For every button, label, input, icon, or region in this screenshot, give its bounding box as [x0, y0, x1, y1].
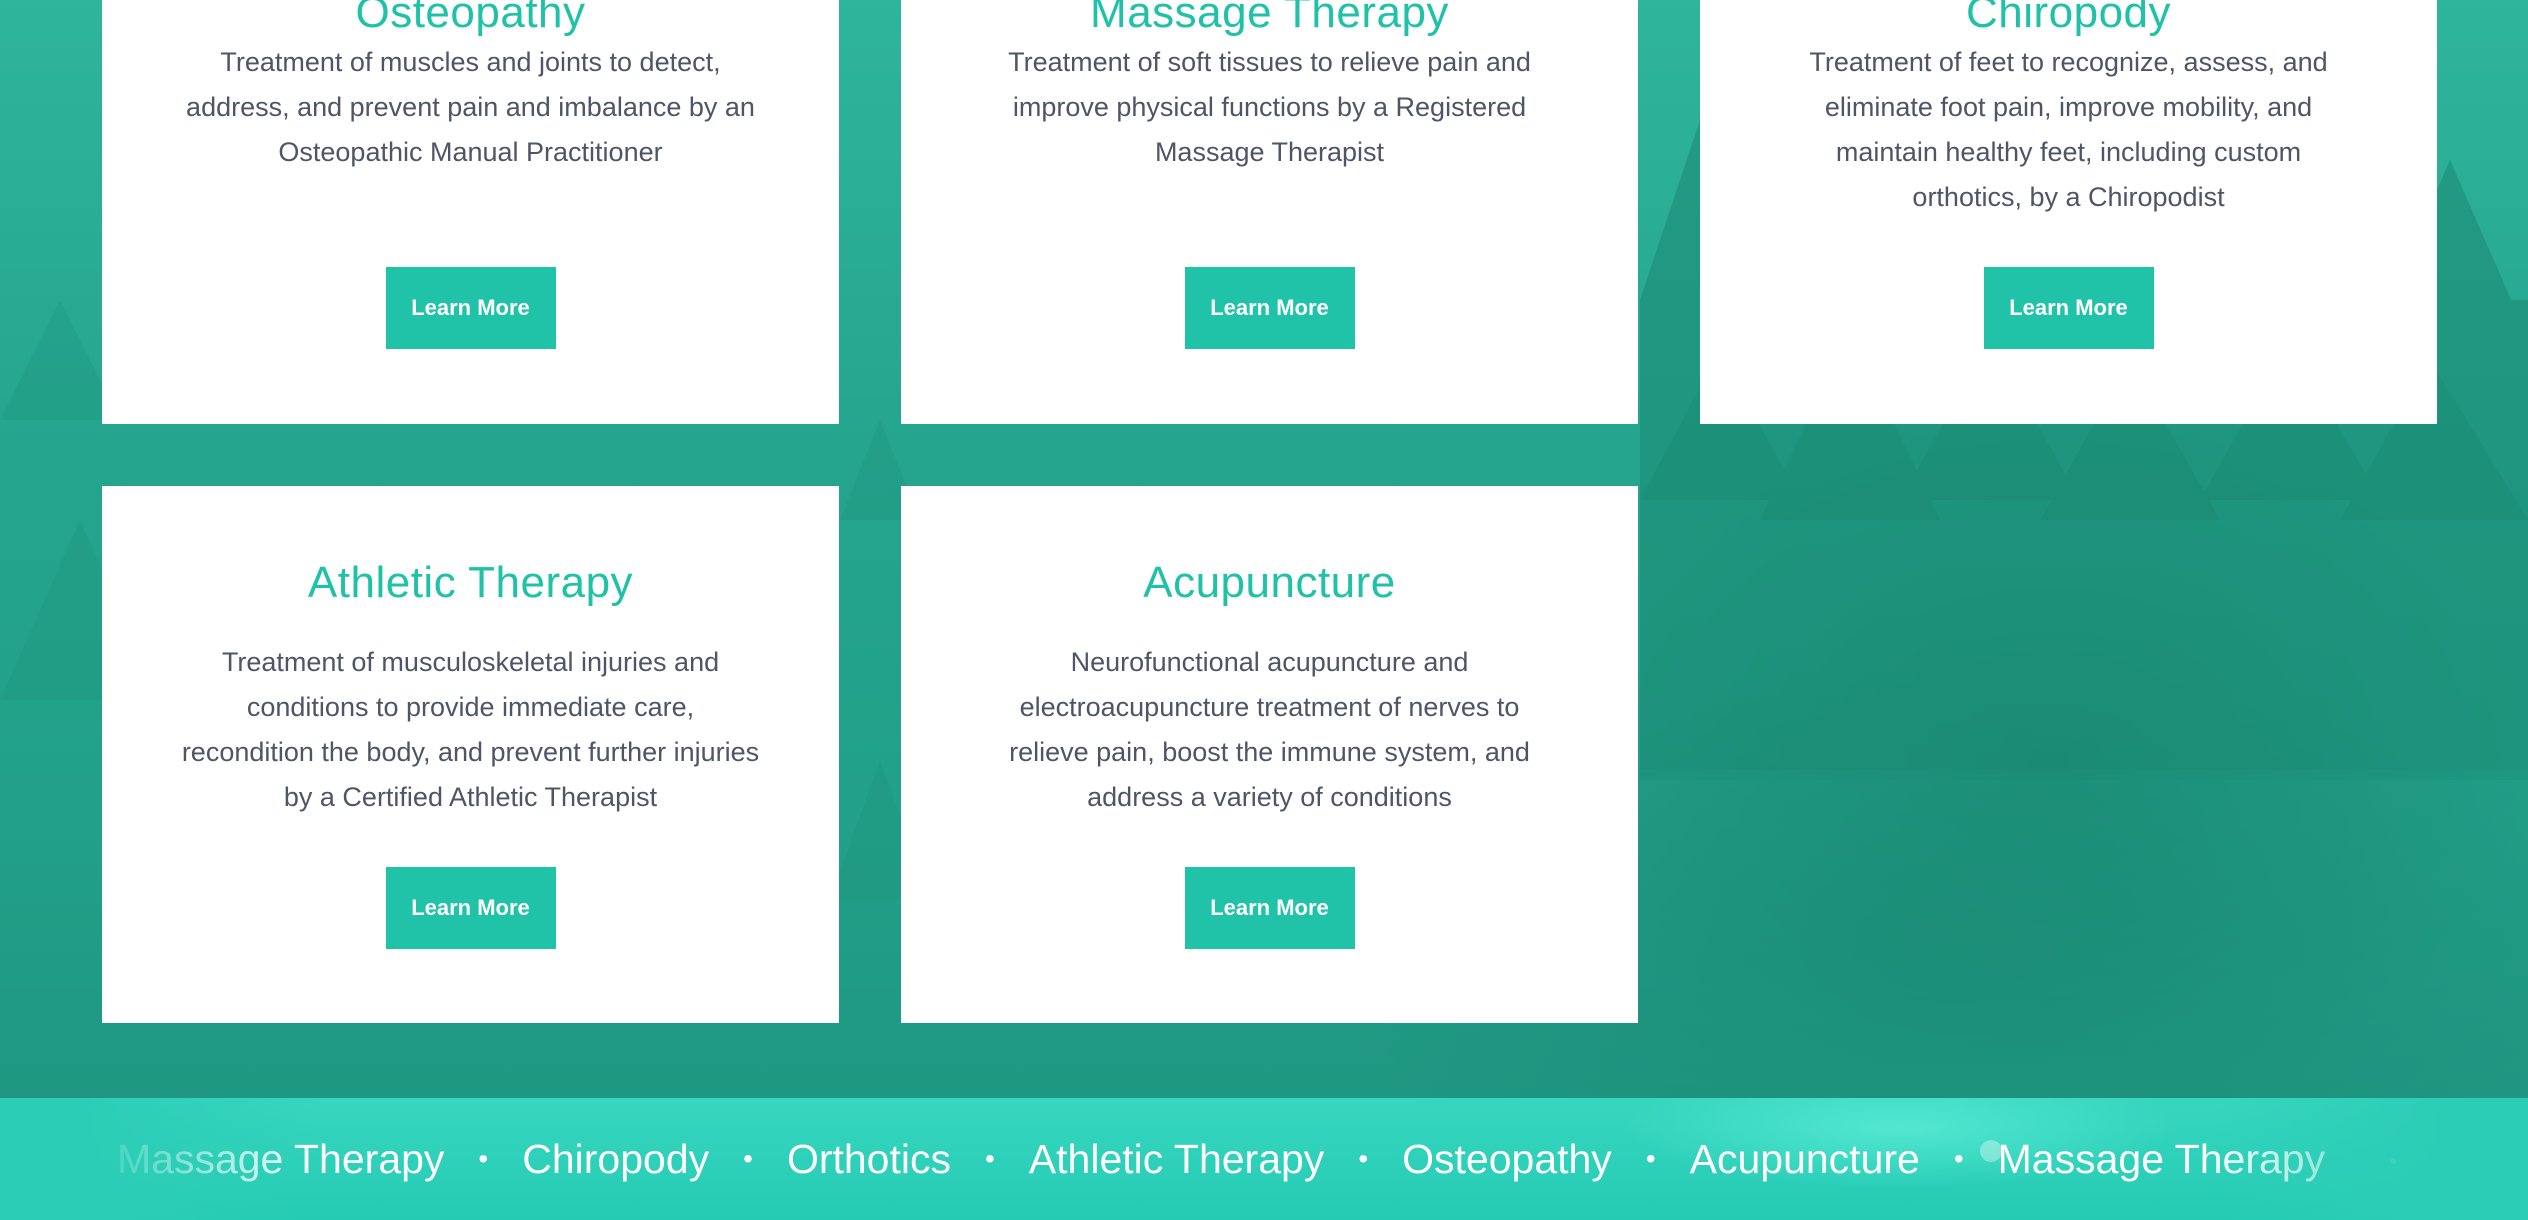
service-card-acupuncture: Acupuncture Neurofunctional acupuncture …	[901, 486, 1638, 1023]
marquee-separator: •	[478, 1143, 489, 1174]
service-card-massage-therapy: Massage Therapy Treatment of soft tissue…	[901, 0, 1638, 424]
learn-more-button[interactable]: Learn More	[1983, 267, 2154, 349]
service-card-osteopathy: Osteopathy Treatment of muscles and join…	[102, 0, 839, 424]
learn-more-button[interactable]: Learn More	[385, 267, 556, 349]
card-title: Massage Therapy	[1090, 0, 1449, 37]
marquee-separator: •	[1953, 1143, 1964, 1174]
marquee-item: Orthotics	[786, 1135, 951, 1182]
services-marquee: Massage Therapy • Chiropody • Orthotics …	[0, 1098, 2528, 1220]
marquee-item: Chiropody	[522, 1135, 710, 1182]
marquee-item: Acupuncture	[1689, 1135, 1920, 1182]
card-title: Chiropody	[1965, 0, 2172, 37]
marquee-separator: •	[743, 1143, 753, 1174]
card-description: Neurofunctional acupuncture and electroa…	[1009, 647, 1530, 812]
marquee-fade-left	[0, 1098, 320, 1220]
marquee-separator: •	[1645, 1143, 1656, 1174]
marquee-item: Osteopathy	[1402, 1135, 1612, 1182]
service-card-athletic-therapy: Athletic Therapy Treatment of musculoske…	[102, 486, 839, 1023]
card-description: Treatment of muscles and joints to detec…	[186, 47, 755, 167]
marquee-separator: •	[984, 1143, 995, 1174]
learn-more-button[interactable]: Learn More	[1184, 867, 1355, 949]
marquee-separator: •	[1358, 1143, 1369, 1174]
learn-more-button[interactable]: Learn More	[385, 867, 556, 949]
card-description: Treatment of musculoskeletal injuries an…	[181, 647, 760, 812]
card-title: Athletic Therapy	[307, 558, 634, 607]
marquee-fade-right	[2208, 1098, 2528, 1220]
marquee-item: Athletic Therapy	[1028, 1135, 1325, 1182]
marquee-track: Massage Therapy • Chiropody • Orthotics …	[117, 1098, 2325, 1220]
card-title: Acupuncture	[1143, 558, 1396, 607]
card-description: Treatment of feet to recognize, assess, …	[1809, 47, 2328, 212]
card-title: Osteopathy	[355, 0, 586, 37]
service-card-chiropody: Chiropody Treatment of feet to recognize…	[1700, 0, 2437, 424]
card-description: Treatment of soft tissues to relieve pai…	[1008, 47, 1531, 167]
learn-more-button[interactable]: Learn More	[1184, 267, 1355, 349]
